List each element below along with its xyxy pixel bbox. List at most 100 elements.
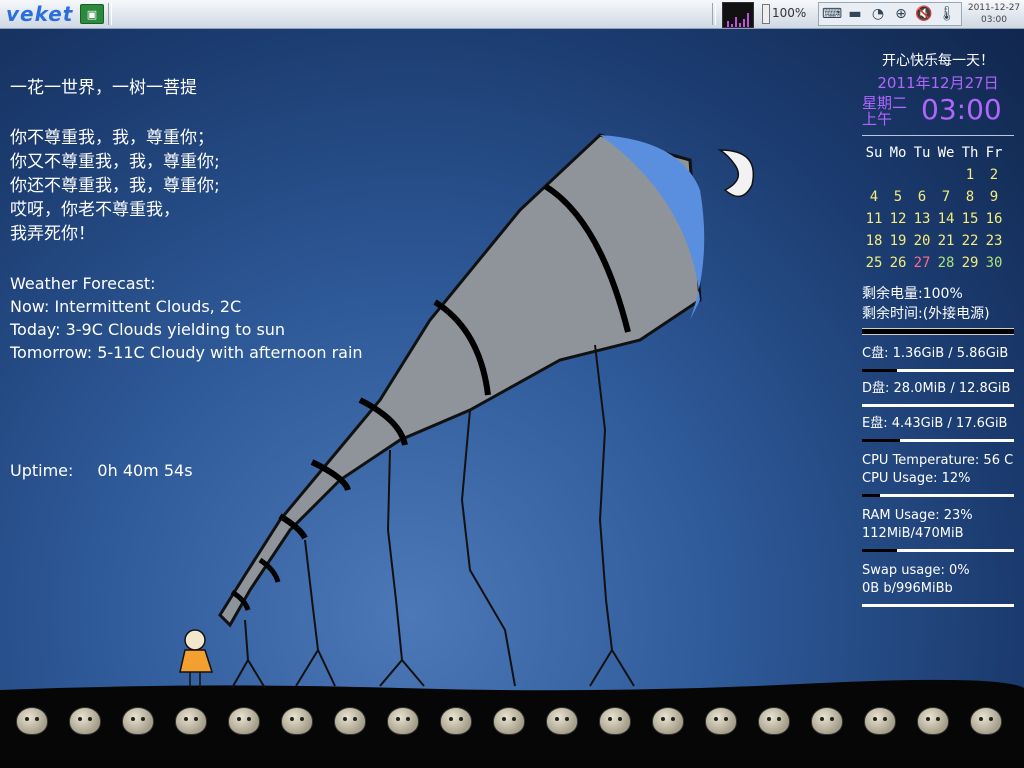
clock-icon[interactable]: ◔ <box>868 5 888 23</box>
weather-title: Weather Forecast: <box>10 274 156 293</box>
calendar-widget: Su Mo Tu We Th Fr 1 2 4 5 6 7 8 9 11 12 … <box>862 142 1014 274</box>
dock-app-icon[interactable] <box>440 707 472 735</box>
weekday-text: 星期二 <box>862 94 908 112</box>
cal-day: 23 <box>985 233 1003 249</box>
dock-app-icon[interactable] <box>705 707 737 735</box>
cal-day: 12 <box>889 211 907 227</box>
clock-time: 03:00 <box>981 15 1007 25</box>
dock-app-icon[interactable] <box>811 707 843 735</box>
cal-header: Tu <box>913 145 931 161</box>
battery-bar <box>862 328 1014 335</box>
cpu-graph[interactable] <box>722 2 754 28</box>
cal-day: 30 <box>985 255 1003 271</box>
dock-app-icon[interactable] <box>175 707 207 735</box>
date-text: 2011年12月27日 <box>877 74 999 92</box>
cal-day <box>862 164 886 186</box>
disk-e-text: E盘: 4.43GiB / 17.6GiB <box>862 416 1008 431</box>
poem-line: 你不尊重我，我，尊重你； <box>10 128 214 148</box>
cal-day: 15 <box>961 211 979 227</box>
cal-day: 11 <box>865 211 883 227</box>
swap-detail: 0B b/996MiBb <box>862 581 953 596</box>
cal-header: Fr <box>985 145 1003 161</box>
quote-line: 一花一世界，一树一菩提 <box>10 78 197 98</box>
cal-day: 25 <box>865 255 883 271</box>
dock-app-icon[interactable] <box>970 707 1002 735</box>
disk-d-bar <box>862 404 1014 407</box>
ampm-text: 上午 <box>862 110 893 128</box>
cal-day: 6 <box>917 189 927 205</box>
top-panel: veket ▣ 100% ⌨ ▬ ◔ ⊕ 🔇 🌡 2011-12-27 03:0… <box>0 0 1024 29</box>
uptime-value: 0h 40m 54s <box>97 461 193 480</box>
cal-header: Mo <box>889 145 907 161</box>
time-remaining: 剩余时间:(外接电源) <box>862 306 990 322</box>
cal-day: 20 <box>913 233 931 249</box>
cal-day-today: 27 <box>913 255 931 271</box>
battery-remaining: 剩余电量:100% <box>862 286 963 302</box>
panel-clock[interactable]: 2011-12-27 03:00 <box>966 2 1022 26</box>
cal-day: 7 <box>941 189 951 205</box>
cal-day <box>910 164 934 186</box>
cal-day: 13 <box>913 211 931 227</box>
thermometer-icon[interactable]: 🌡 <box>937 5 957 23</box>
cpu-usage: CPU Usage: 12% <box>862 471 971 486</box>
cal-day: 9 <box>989 189 999 205</box>
dock-app-icon[interactable] <box>493 707 525 735</box>
battery-percent: 100% <box>772 6 807 20</box>
dock-app-icon[interactable] <box>228 707 260 735</box>
cal-header: We <box>937 145 955 161</box>
poem-line: 你还不尊重我，我，尊重你; <box>10 176 220 196</box>
disk-d-text: D盘: 28.0MiB / 12.8GiB <box>862 381 1011 396</box>
keyboard-icon[interactable]: ⌨ <box>822 5 842 23</box>
cal-day <box>934 164 958 186</box>
time-text: 03:00 <box>921 93 1002 126</box>
dock-app-icon[interactable] <box>917 707 949 735</box>
dock-app-icon[interactable] <box>334 707 366 735</box>
dock-app-icon[interactable] <box>69 707 101 735</box>
dock-app-icon[interactable] <box>122 707 154 735</box>
dock-app-icon[interactable] <box>758 707 790 735</box>
desktop-quote-widget: 一花一世界，一树一菩提 你不尊重我，我，尊重你； 你又不尊重我，我，尊重你; 你… <box>10 76 363 364</box>
cal-day: 21 <box>937 233 955 249</box>
weather-now: Now: Intermittent Clouds, 2C <box>10 297 242 316</box>
cal-header: Th <box>961 145 979 161</box>
cal-day: 19 <box>889 233 907 249</box>
cpu-temperature: CPU Temperature: 56 C <box>862 453 1014 468</box>
show-desktop-icon[interactable]: ▣ <box>80 4 104 24</box>
poem-line: 我弄死你！ <box>10 224 95 244</box>
cal-day: 1 <box>965 167 975 183</box>
ram-usage: RAM Usage: 23% <box>862 508 973 523</box>
cal-day: 4 <box>869 189 879 205</box>
panel-separator <box>712 3 716 25</box>
volume-muted-icon[interactable]: 🔇 <box>914 5 934 23</box>
clock-date: 2011-12-27 <box>967 3 1021 13</box>
weather-today: Today: 3-9C Clouds yielding to sun <box>10 320 286 339</box>
network-icon[interactable]: ⊕ <box>891 5 911 23</box>
cal-day: 5 <box>893 189 903 205</box>
dock-app-icon[interactable] <box>599 707 631 735</box>
uptime-widget: Uptime: 0h 40m 54s <box>10 461 193 480</box>
weather-tomorrow: Tomorrow: 5-11C Cloudy with afternoon ra… <box>10 343 363 362</box>
poem-line: 哎呀，你老不尊重我， <box>10 200 180 220</box>
printer-icon[interactable]: ▬ <box>845 5 865 23</box>
disk-e-bar <box>862 439 1014 442</box>
dock-app-icon[interactable] <box>281 707 313 735</box>
cal-day: 8 <box>965 189 975 205</box>
cal-day: 26 <box>889 255 907 271</box>
dock-app-icon[interactable] <box>16 707 48 735</box>
battery-icon[interactable] <box>762 4 770 24</box>
cal-day: 18 <box>865 233 883 249</box>
dock-app-icon[interactable] <box>652 707 684 735</box>
panel-separator <box>108 3 112 25</box>
dock-app-icon[interactable] <box>546 707 578 735</box>
veket-logo[interactable]: veket <box>6 2 73 26</box>
cal-day: 29 <box>961 255 979 271</box>
dock-app-icon[interactable] <box>864 707 896 735</box>
motto: 开心快乐每一天！ <box>882 53 994 69</box>
poem-line: 你又不尊重我，我，尊重你; <box>10 152 220 172</box>
system-tray: ⌨ ▬ ◔ ⊕ 🔇 🌡 <box>818 2 962 26</box>
dock-app-icon[interactable] <box>387 707 419 735</box>
cal-day: 14 <box>937 211 955 227</box>
cal-header: Su <box>865 145 883 161</box>
cal-day <box>886 164 910 186</box>
uptime-label: Uptime: <box>10 461 74 480</box>
